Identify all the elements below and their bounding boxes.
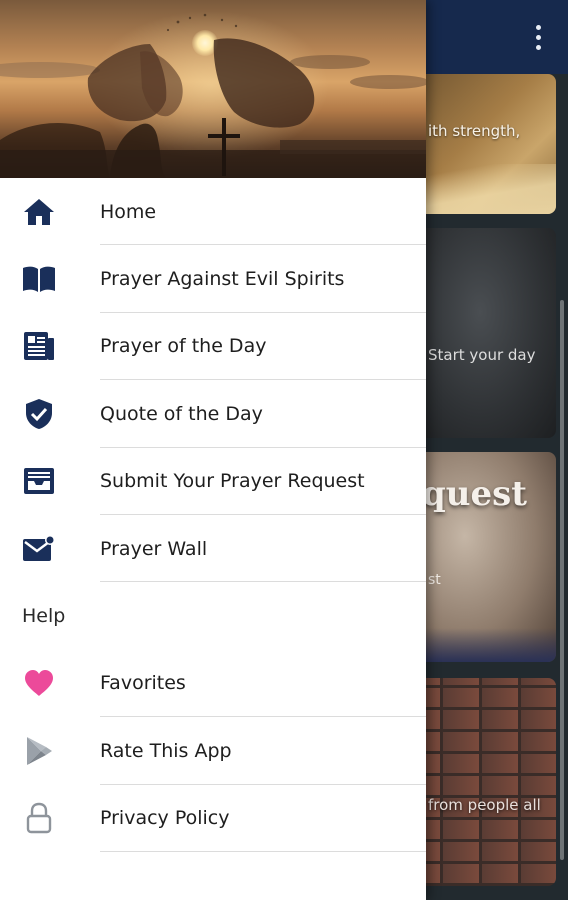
screen: ith strength, Start your day quest st fr… <box>0 0 568 900</box>
newspaper-icon <box>22 329 56 363</box>
menu-item-submit-prayer-request[interactable]: Submit Your Prayer Request <box>0 448 426 515</box>
menu-item-favorites[interactable]: Favorites <box>0 650 426 718</box>
card-caption: from people all <box>428 796 541 814</box>
menu-item-rate-this-app[interactable]: Rate This App <box>0 717 426 785</box>
menu-item-prayer-wall[interactable]: Prayer Wall <box>0 515 426 583</box>
content-card[interactable]: Start your day <box>404 228 556 438</box>
menu-item-label: Rate This App <box>100 739 232 762</box>
card-caption: st <box>428 572 441 588</box>
heart-icon <box>22 666 56 700</box>
menu-item-prayer-of-the-day[interactable]: Prayer of the Day <box>0 313 426 381</box>
card-title: quest <box>422 474 527 514</box>
drawer-menu: Home Prayer Against Evil Spirits Prayer … <box>0 178 426 852</box>
divider <box>100 850 426 852</box>
lock-icon <box>22 801 56 835</box>
menu-item-label: Submit Your Prayer Request <box>100 470 365 493</box>
section-title: Help <box>22 605 66 628</box>
scrollbar[interactable] <box>560 300 564 860</box>
overflow-menu-icon[interactable] <box>526 20 550 54</box>
play-store-icon <box>22 734 56 768</box>
menu-item-quote-of-the-day[interactable]: Quote of the Day <box>0 380 426 448</box>
menu-item-label: Privacy Policy <box>100 807 230 830</box>
menu-item-home[interactable]: Home <box>0 178 426 246</box>
menu-item-prayer-against-evil-spirits[interactable]: Prayer Against Evil Spirits <box>0 245 426 313</box>
mail-notification-icon <box>22 532 56 566</box>
section-header-help: Help <box>0 582 426 649</box>
inbox-icon <box>22 464 56 498</box>
content-card[interactable]: ith strength, <box>404 74 556 214</box>
content-card[interactable]: quest st <box>404 452 556 662</box>
menu-item-privacy-policy[interactable]: Privacy Policy <box>0 785 426 852</box>
praying-hands-image <box>0 13 426 178</box>
card-caption: ith strength, <box>428 122 521 140</box>
book-open-icon <box>22 262 56 296</box>
content-card[interactable]: from people all <box>404 678 556 886</box>
menu-item-label: Quote of the Day <box>100 402 263 425</box>
menu-item-label: Home <box>100 200 157 223</box>
menu-item-label: Prayer Wall <box>100 537 208 560</box>
card-caption: Start your day <box>428 346 536 364</box>
menu-item-label: Favorites <box>100 672 186 695</box>
menu-item-label: Prayer Against Evil Spirits <box>100 268 345 291</box>
menu-item-label: Prayer of the Day <box>100 335 267 358</box>
home-icon <box>22 195 56 229</box>
drawer-header-image <box>0 0 426 178</box>
navigation-drawer: Home Prayer Against Evil Spirits Prayer … <box>0 0 426 900</box>
shield-check-icon <box>22 397 56 431</box>
